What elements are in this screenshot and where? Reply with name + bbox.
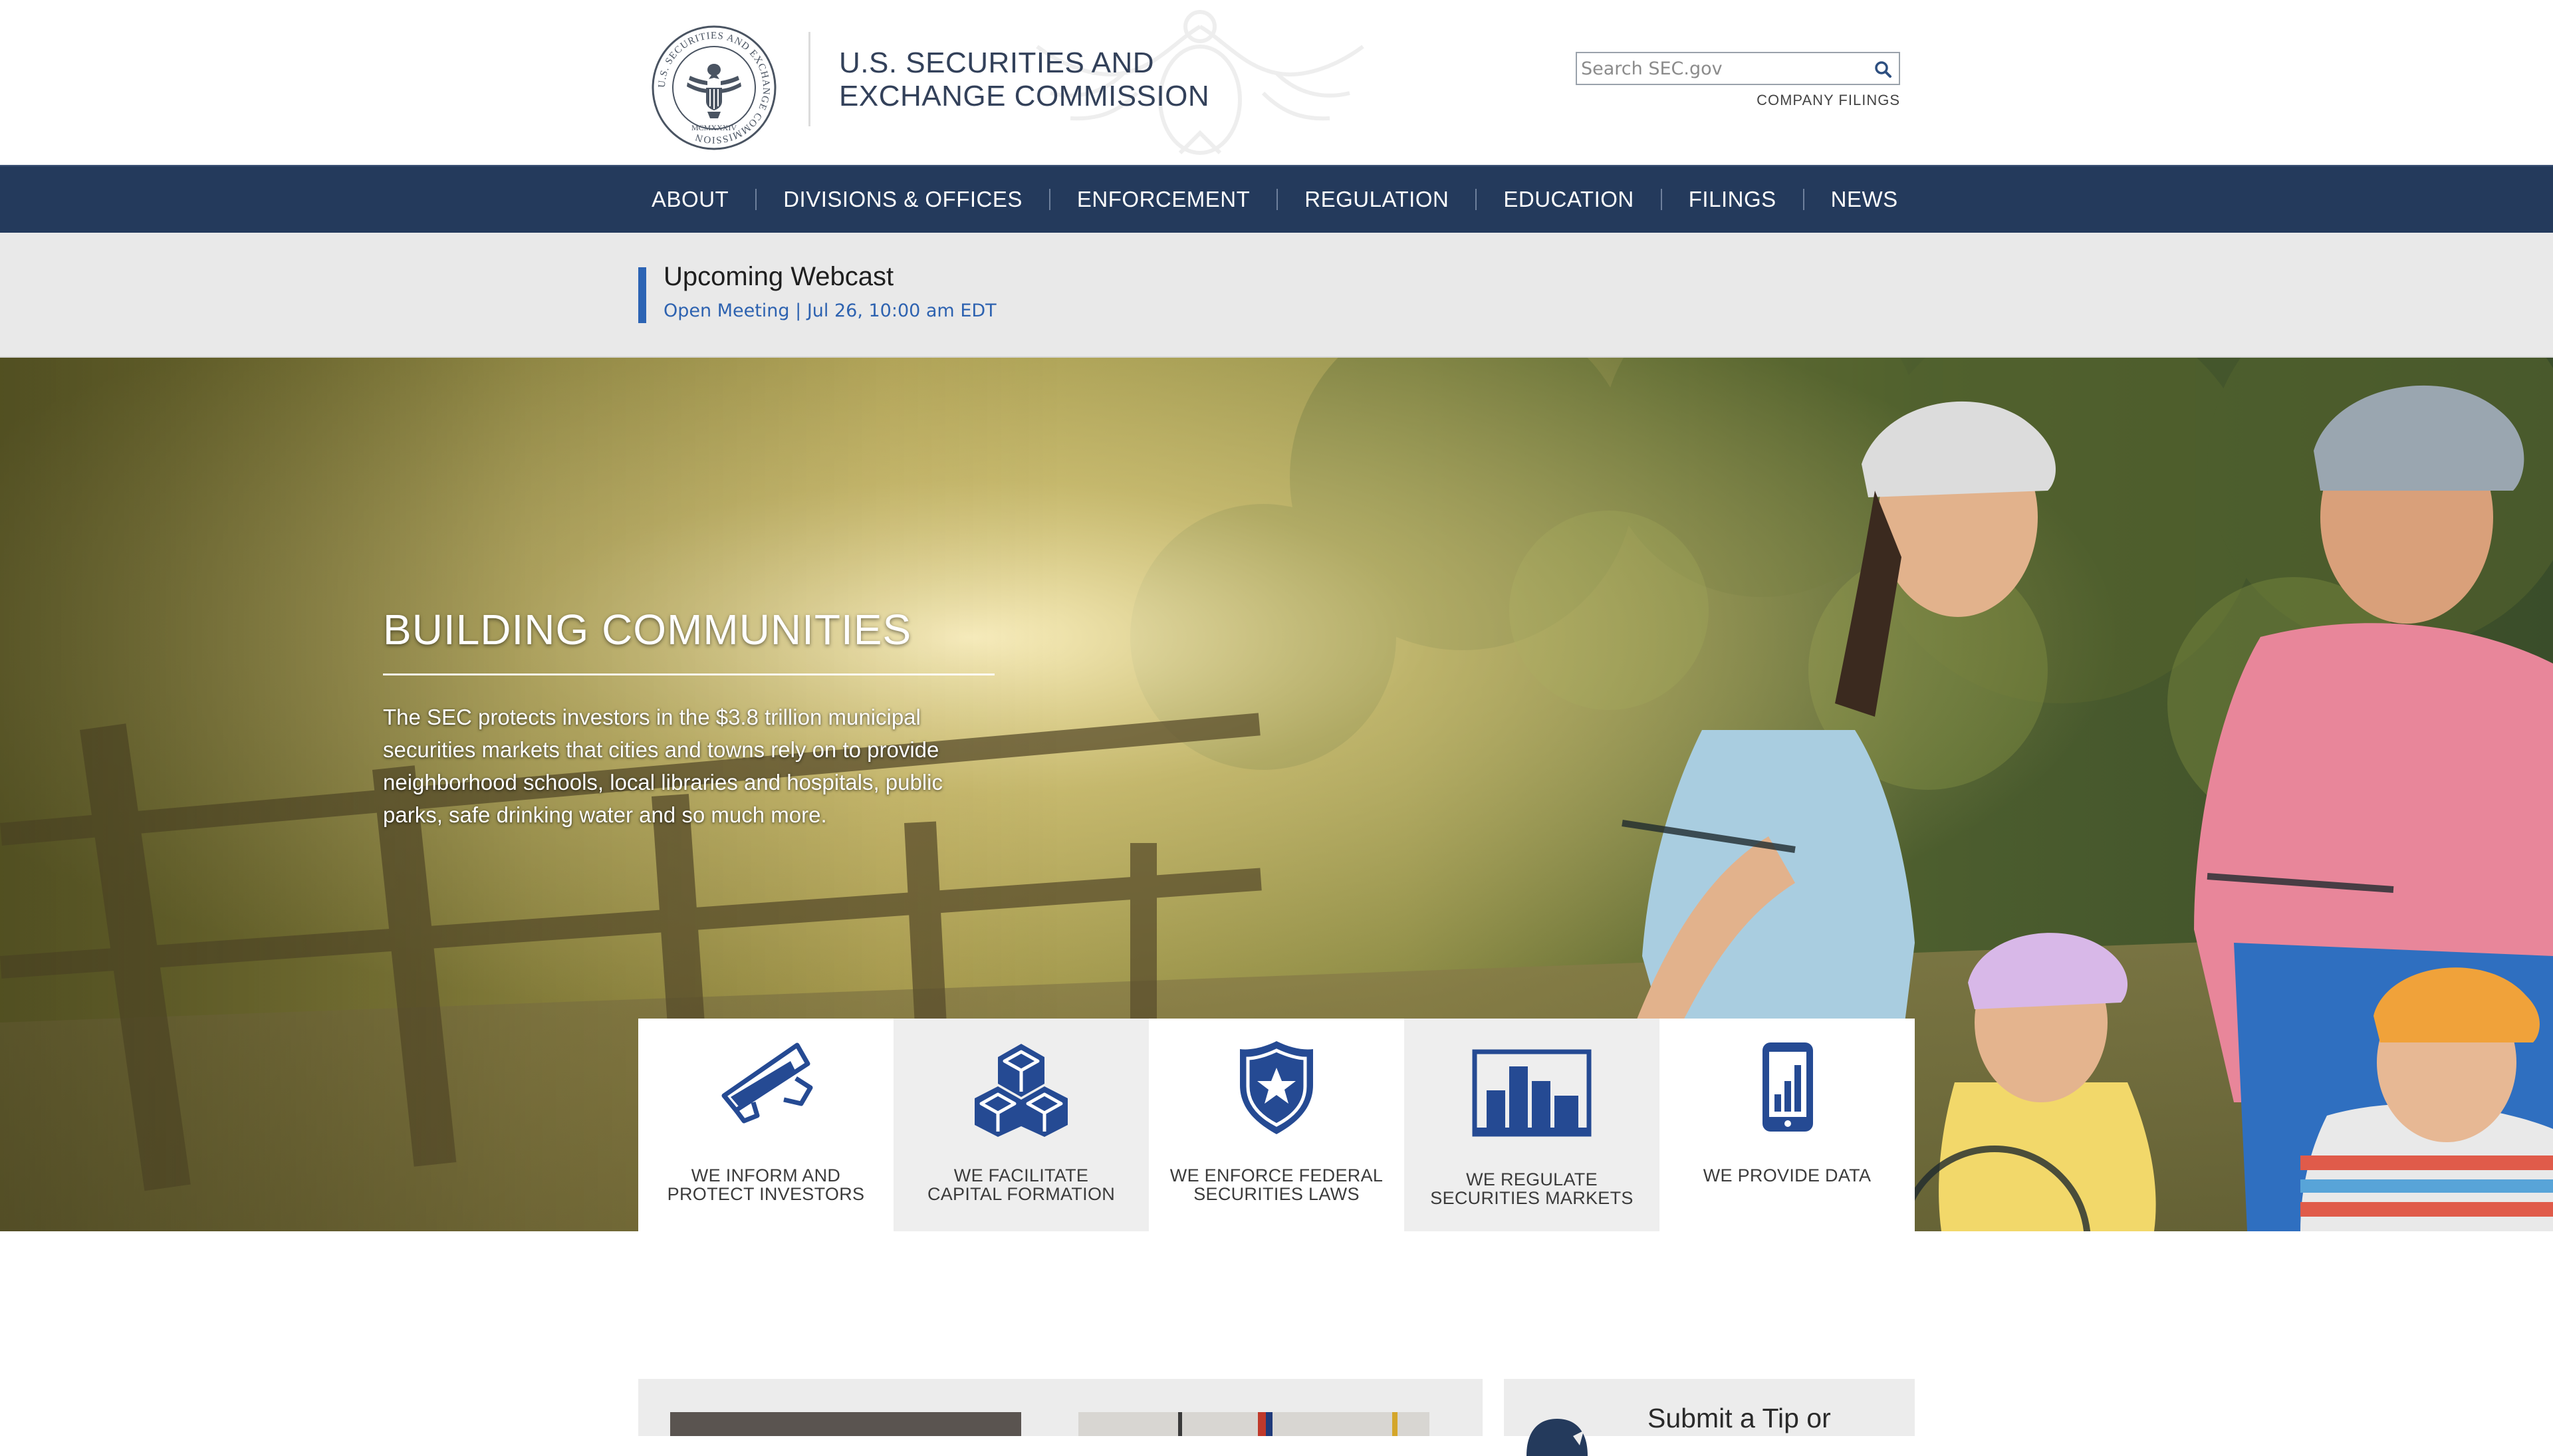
tile-provide-data[interactable]: WE PROVIDE DATA	[1659, 1019, 1915, 1231]
hero-title: BUILDING COMMUNITIES	[383, 606, 912, 654]
search-icon[interactable]	[1871, 57, 1895, 81]
nav-item-regulation[interactable]: REGULATION	[1304, 187, 1449, 212]
hero-title-underline	[383, 673, 995, 675]
tile-label-line1: WE INFORM AND	[691, 1165, 841, 1185]
main-nav-list: ABOUT DIVISIONS & OFFICES ENFORCEMENT RE…	[652, 166, 1898, 233]
search-input[interactable]	[1581, 57, 1860, 80]
main-nav: ABOUT DIVISIONS & OFFICES ENFORCEMENT RE…	[0, 165, 2553, 233]
nav-item-divisions-offices[interactable]: DIVISIONS & OFFICES	[783, 187, 1023, 212]
bar-chart-icon	[1472, 1049, 1592, 1137]
tile-label-line2: CAPITAL FORMATION	[927, 1184, 1116, 1204]
hero-description: The SEC protects investors in the $3.8 t…	[383, 705, 943, 827]
site-header: U.S. SECURITIES AND EXCHANGE COMMISSION …	[0, 0, 2553, 165]
submit-tip-title[interactable]: Submit a Tip or	[1647, 1403, 1831, 1434]
webcast-link[interactable]: Open Meeting | Jul 26, 10:00 am EDT	[664, 301, 997, 321]
tile-label-line2: SECURITIES LAWS	[1193, 1184, 1360, 1204]
header-divider	[808, 32, 810, 126]
tile-label: WE FACILITATE CAPITAL FORMATION	[894, 1166, 1149, 1203]
nav-item-news[interactable]: NEWS	[1831, 187, 1898, 212]
tile-label-line1: WE FACILITATE	[953, 1165, 1089, 1185]
megaphone-icon	[721, 1042, 813, 1124]
nav-item-education[interactable]: EDUCATION	[1503, 187, 1634, 212]
nav-separator	[1475, 189, 1477, 210]
tile-label-line1: WE REGULATE	[1466, 1169, 1598, 1189]
nav-item-enforcement[interactable]: ENFORCEMENT	[1077, 187, 1250, 212]
agency-name[interactable]: U.S. SECURITIES AND EXCHANGE COMMISSION	[839, 47, 1209, 113]
tile-inform-protect-investors[interactable]: WE INFORM AND PROTECT INVESTORS	[638, 1019, 894, 1231]
seal-year-text: MCMXXXIV	[691, 123, 737, 132]
tile-regulate-securities-markets[interactable]: WE REGULATE SECURITIES MARKETS	[1404, 1019, 1659, 1231]
tile-label-line2: PROTECT INVESTORS	[667, 1184, 865, 1204]
agency-name-line1: U.S. SECURITIES AND	[839, 47, 1155, 79]
tile-facilitate-capital-formation[interactable]: WE FACILITATE CAPITAL FORMATION	[894, 1019, 1149, 1231]
agency-name-line2: EXCHANGE COMMISSION	[839, 80, 1210, 112]
nav-separator	[1802, 189, 1804, 210]
nav-separator	[755, 189, 757, 210]
tablet-chart-icon	[1763, 1042, 1813, 1132]
company-filings-link[interactable]: COMPANY FILINGS	[1729, 92, 1900, 109]
nav-separator	[1276, 189, 1278, 210]
tile-label: WE ENFORCE FEDERAL SECURITIES LAWS	[1149, 1166, 1404, 1203]
shield-star-icon	[1240, 1041, 1313, 1134]
tile-enforce-federal-securities-laws[interactable]: WE ENFORCE FEDERAL SECURITIES LAWS	[1149, 1019, 1404, 1231]
cubes-icon	[975, 1044, 1068, 1137]
chat-bubble-icon	[1526, 1419, 1588, 1456]
tile-label: WE INFORM AND PROTECT INVESTORS	[638, 1166, 894, 1203]
news-thumbnail-2[interactable]	[1078, 1412, 1429, 1436]
webcast-title: Upcoming Webcast	[664, 262, 894, 291]
tile-label: WE REGULATE SECURITIES MARKETS	[1404, 1170, 1659, 1207]
tile-label-line1: WE ENFORCE FEDERAL	[1169, 1165, 1384, 1185]
webcast-banner	[0, 233, 2553, 358]
nav-separator	[1660, 189, 1662, 210]
nav-separator	[1048, 189, 1050, 210]
nav-item-about[interactable]: ABOUT	[652, 187, 729, 212]
mission-tiles: WE INFORM AND PROTECT INVESTORS WE FACIL…	[638, 1019, 1915, 1231]
nav-item-filings[interactable]: FILINGS	[1689, 187, 1776, 212]
sec-seal-icon[interactable]: U.S. SECURITIES AND EXCHANGE COMMISSION …	[650, 24, 778, 152]
news-thumbnail-1[interactable]	[670, 1412, 1021, 1436]
search-box	[1576, 52, 1900, 85]
tile-label-line2: SECURITIES MARKETS	[1430, 1188, 1634, 1208]
tile-label: WE PROVIDE DATA	[1659, 1166, 1915, 1185]
tile-label-line1: WE PROVIDE DATA	[1703, 1165, 1872, 1185]
flag-thumbnail-image	[1178, 1412, 1398, 1436]
webcast-accent-bar	[638, 267, 646, 323]
